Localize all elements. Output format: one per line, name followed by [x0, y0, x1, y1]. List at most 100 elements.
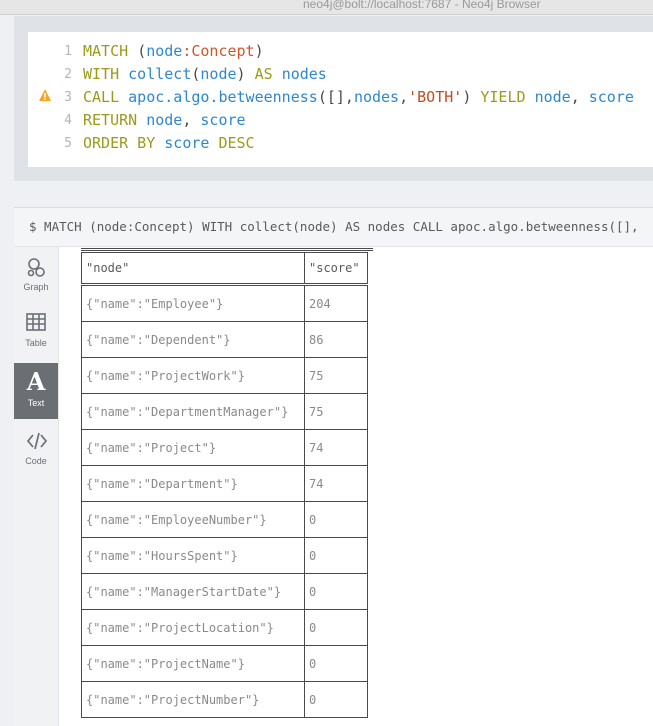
code-token: ): [236, 65, 255, 83]
table-row: {"name":"Dependent"} 86: [81, 321, 368, 358]
node-cell: {"name":"ProjectNumber"}: [81, 681, 305, 718]
query-editor[interactable]: 1 MATCH (node:Concept) 2 WITH collect(node)…: [28, 32, 653, 167]
code-token: ): [462, 88, 481, 106]
code-token: nodes: [353, 88, 400, 106]
code-token: node: [146, 111, 183, 129]
code-token: node: [534, 88, 571, 106]
code-text: RETURN node, score: [83, 109, 246, 132]
code-text: CALL apoc.algo.betweenness([],nodes,'BOT…: [83, 86, 634, 109]
code-token: MATCH: [83, 42, 138, 60]
table-row: {"name":"Department"} 74: [81, 465, 368, 502]
view-graph-button[interactable]: Graph: [14, 247, 58, 303]
code-token: score: [200, 111, 246, 129]
code-line[interactable]: 1 MATCH (node:Concept): [28, 40, 653, 63]
code-icon: [26, 432, 48, 450]
table-row: {"name":"Project"} 74: [81, 429, 368, 466]
score-cell: 86: [304, 321, 368, 358]
node-cell: {"name":"ManagerStartDate"}: [81, 573, 305, 610]
code-token: CALL: [83, 88, 129, 106]
code-token: node: [146, 42, 183, 60]
table-icon: [26, 313, 46, 331]
code-token: AS: [254, 65, 282, 83]
code-line[interactable]: 5 ORDER BY score DESC: [28, 132, 653, 155]
code-token: ORDER BY: [83, 134, 165, 152]
code-token: score: [588, 88, 634, 106]
code-token: nodes: [281, 65, 327, 83]
node-cell: {"name":"Employee"}: [81, 284, 305, 322]
text-result-table: "node" "score" {"name":"Employee"} 204 {"n…: [81, 252, 368, 718]
code-token: score: [164, 134, 219, 152]
score-cell: 74: [304, 465, 368, 502]
warning-icon[interactable]: [38, 88, 52, 102]
code-token: ([],: [317, 88, 354, 106]
view-text-button[interactable]: A Text: [14, 363, 58, 419]
view-text-label: Text: [27, 398, 45, 408]
node-cell: {"name":"ProjectName"}: [81, 645, 305, 682]
header-score: "score": [304, 252, 368, 286]
line-number: 5: [64, 136, 72, 151]
code-token: apoc.algo.betweenness: [128, 88, 318, 106]
line-number: 4: [64, 113, 72, 128]
table-row: {"name":"ProjectNumber"} 0: [81, 681, 368, 718]
table-header-row: "node" "score": [81, 252, 368, 286]
code-token: 'BOTH': [408, 88, 463, 106]
score-cell: 204: [304, 284, 368, 322]
text-icon: A: [26, 367, 46, 396]
code-token: ,: [399, 88, 409, 106]
table-row: {"name":"ProjectWork"} 75: [81, 357, 368, 394]
view-code-button[interactable]: Code: [14, 421, 58, 477]
score-cell: 0: [304, 501, 368, 538]
score-cell: 74: [304, 429, 368, 466]
code-token: ): [254, 42, 264, 60]
table-row: {"name":"ProjectLocation"} 0: [81, 609, 368, 646]
score-cell: 75: [304, 393, 368, 430]
score-cell: 0: [304, 573, 368, 610]
window-titlebar: neo4j@bolt://localhost:7687 - Neo4j Brow…: [0, 0, 653, 15]
graph-icon: [27, 258, 45, 277]
code-token: WITH: [83, 65, 129, 83]
view-code-label: Code: [25, 456, 47, 466]
table-row: {"name":"ManagerStartDate"} 0: [81, 573, 368, 610]
result-frame: $ MATCH (node:Concept) WITH collect(node…: [14, 207, 653, 726]
code-token: ,: [570, 88, 589, 106]
code-token: (: [137, 42, 147, 60]
code-line[interactable]: 2 WITH collect(node) AS nodes: [28, 63, 653, 86]
code-token: ,: [182, 111, 201, 129]
score-cell: 0: [304, 681, 368, 718]
score-cell: 0: [304, 537, 368, 574]
header-node: "node": [81, 252, 305, 286]
score-cell: 0: [304, 609, 368, 646]
view-graph-label: Graph: [23, 282, 49, 292]
table-row: {"name":"EmployeeNumber"} 0: [81, 501, 368, 538]
code-token: :Concept: [182, 42, 255, 60]
code-text: MATCH (node:Concept): [83, 40, 264, 63]
node-cell: {"name":"Project"}: [81, 429, 305, 466]
result-command-text: $ MATCH (node:Concept) WITH collect(node…: [29, 219, 639, 234]
code-token: node: [200, 65, 237, 83]
line-number: 2: [64, 67, 72, 82]
code-text: ORDER BY score DESC: [83, 132, 255, 155]
score-cell: 75: [304, 357, 368, 394]
code-token: DESC: [218, 134, 255, 152]
node-cell: {"name":"ProjectWork"}: [81, 357, 305, 394]
table-row: {"name":"Employee"} 204: [81, 284, 368, 322]
line-number: 3: [64, 90, 72, 105]
node-cell: {"name":"Dependent"}: [81, 321, 305, 358]
score-cell: 0: [304, 645, 368, 682]
code-token: RETURN: [83, 111, 147, 129]
code-line[interactable]: 3 CALL apoc.algo.betweenness([],nodes,'BO…: [28, 86, 653, 109]
result-command-bar[interactable]: $ MATCH (node:Concept) WITH collect(node…: [14, 208, 653, 247]
node-cell: {"name":"DepartmentManager"}: [81, 393, 305, 430]
table-row: {"name":"DepartmentManager"} 75: [81, 393, 368, 430]
table-row: {"name":"ProjectName"} 0: [81, 645, 368, 682]
code-token: YIELD: [480, 88, 535, 106]
table-row: {"name":"HoursSpent"} 0: [81, 537, 368, 574]
node-cell: {"name":"HoursSpent"}: [81, 537, 305, 574]
result-view-sidebar: Graph Table A Text Code: [14, 247, 59, 726]
window-title: neo4j@bolt://localhost:7687 - Neo4j Brow…: [303, 0, 541, 11]
node-cell: {"name":"ProjectLocation"}: [81, 609, 305, 646]
code-line[interactable]: 4 RETURN node, score: [28, 109, 653, 132]
code-token: collect: [128, 65, 192, 83]
node-cell: {"name":"Department"}: [81, 465, 305, 502]
view-table-button[interactable]: Table: [14, 303, 58, 359]
